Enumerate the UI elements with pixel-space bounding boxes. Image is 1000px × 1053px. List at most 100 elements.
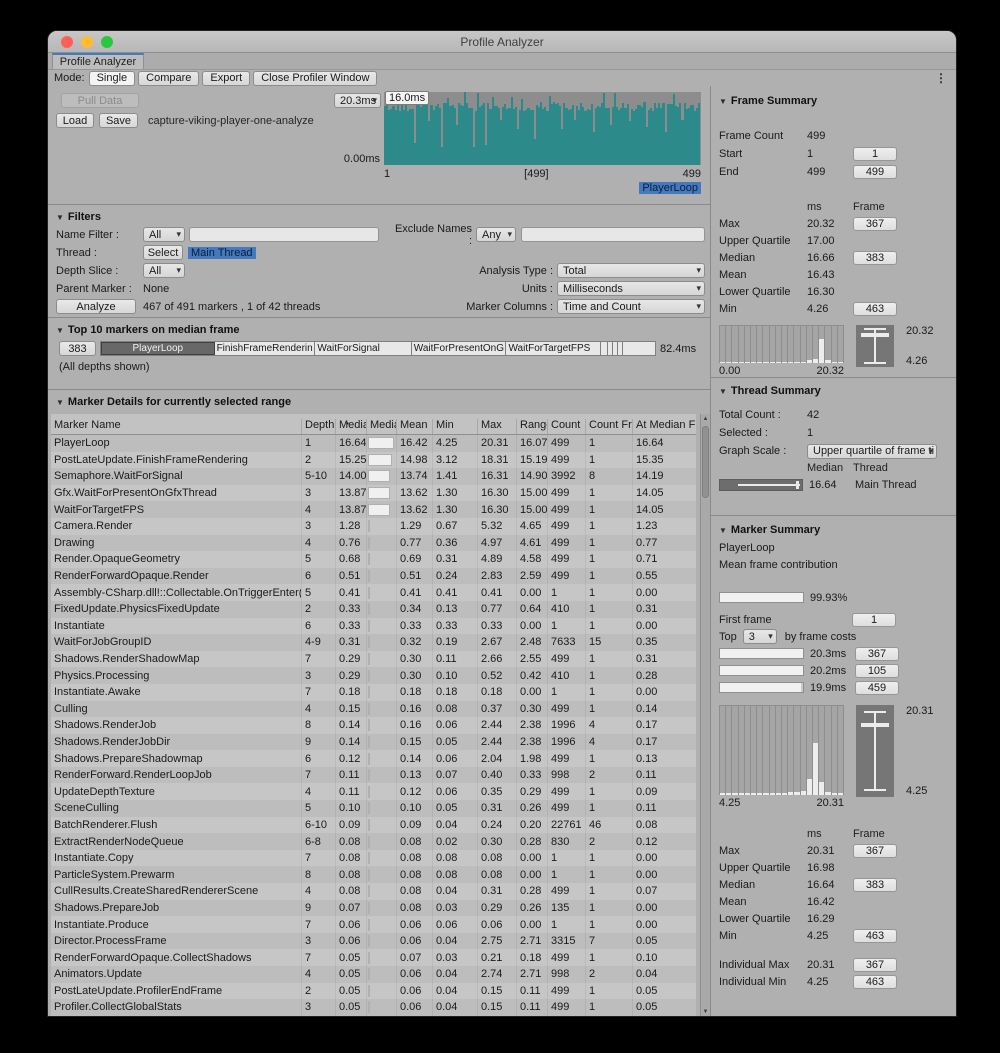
frame-jump-button[interactable]: 383: [853, 251, 897, 265]
marker-row[interactable]: Shadows.PrepareShadowmap60.120.140.062.0…: [51, 750, 696, 767]
graph-scale-dropdown[interactable]: Upper quartile of frame ti: [807, 444, 937, 459]
top10-segment[interactable]: WaitForPresentOnG: [412, 342, 507, 355]
frame-jump-button[interactable]: 1: [853, 147, 897, 161]
marker-row[interactable]: BatchRenderer.Flush6-100.090.090.040.240…: [51, 817, 696, 834]
save-button[interactable]: Save: [99, 113, 138, 128]
frame-jump-button[interactable]: 463: [853, 929, 897, 943]
column-header[interactable]: At Median F: [632, 419, 696, 434]
column-header[interactable]: Count: [547, 419, 585, 434]
export-button[interactable]: Export: [202, 71, 250, 86]
frame-jump-button[interactable]: 367: [853, 844, 897, 858]
marker-row[interactable]: Shadows.RenderShadowMap70.290.300.112.66…: [51, 651, 696, 668]
marker-row[interactable]: Drawing40.760.770.364.974.6149910.77: [51, 535, 696, 552]
thread-row-main[interactable]: 16.64 Main Thread: [719, 476, 948, 494]
minimize-window-button[interactable]: [81, 36, 93, 48]
zoom-window-button[interactable]: [101, 36, 113, 48]
marker-row[interactable]: FixedUpdate.PhysicsFixedUpdate20.330.340…: [51, 601, 696, 618]
column-header[interactable]: Marker Name: [51, 419, 301, 434]
close-profiler-window-button[interactable]: Close Profiler Window: [253, 71, 377, 86]
name-filter-input[interactable]: [189, 227, 379, 242]
marker-row[interactable]: PostLateUpdate.FinishFrameRendering215.2…: [51, 452, 696, 469]
frame-time-chart[interactable]: [384, 92, 701, 165]
marker-row[interactable]: RenderForward.RenderLoopJob70.110.130.07…: [51, 767, 696, 784]
frame-jump-button[interactable]: 367: [853, 217, 897, 231]
frame-jump-button[interactable]: 463: [853, 302, 897, 316]
titlebar[interactable]: Profile Analyzer: [48, 31, 956, 53]
depth-slice-dropdown[interactable]: All: [143, 263, 185, 278]
column-header[interactable]: Range: [516, 419, 547, 434]
frame-jump-button[interactable]: 383: [853, 878, 897, 892]
marker-row[interactable]: WaitForTargetFPS413.8713.621.3016.3015.0…: [51, 501, 696, 518]
frame-jump-button[interactable]: 499: [853, 165, 897, 179]
marker-row[interactable]: Instantiate.Copy70.080.080.080.080.00110…: [51, 850, 696, 867]
median-frame-button[interactable]: 383: [59, 341, 96, 356]
column-header[interactable]: Mean: [396, 419, 432, 434]
top10-segment[interactable]: [601, 342, 608, 355]
column-header[interactable]: Max: [477, 419, 516, 434]
marker-row[interactable]: CullResults.CreateSharedRendererScene40.…: [51, 883, 696, 900]
filters-header[interactable]: ▼Filters: [56, 209, 705, 225]
frame-summary-header[interactable]: ▼Frame Summary: [719, 93, 948, 109]
top10-segment[interactable]: FinishFrameRenderin: [215, 342, 316, 355]
mode-single-button[interactable]: Single: [89, 71, 136, 86]
frame-jump-button[interactable]: 1: [852, 613, 896, 627]
top10-segment[interactable]: WaitForSignal: [315, 342, 411, 355]
frame-jump-button[interactable]: 463: [853, 975, 897, 989]
marker-details-header[interactable]: ▼Marker Details for currently selected r…: [56, 394, 710, 410]
marker-row[interactable]: ParticleSystem.Prewarm80.080.080.080.080…: [51, 866, 696, 883]
top10-header[interactable]: ▼Top 10 markers on median frame: [56, 322, 705, 338]
marker-row[interactable]: SceneCulling50.100.100.050.310.2649910.1…: [51, 800, 696, 817]
marker-row[interactable]: PlayerLoop116.6416.424.2520.3116.0749911…: [51, 435, 696, 452]
pull-data-button[interactable]: Pull Data: [61, 93, 139, 108]
marker-row[interactable]: RenderForwardOpaque.CollectShadows70.050…: [51, 949, 696, 966]
marker-row[interactable]: Animators.Update40.050.060.042.742.71998…: [51, 966, 696, 983]
marker-columns-dropdown[interactable]: Time and Count: [557, 299, 705, 314]
top10-segment[interactable]: [623, 342, 655, 355]
marker-row[interactable]: Physics.Processing30.290.300.100.520.424…: [51, 667, 696, 684]
column-header[interactable]: Count Fra: [585, 419, 632, 434]
marker-row[interactable]: RenderForwardOpaque.Render60.510.510.242…: [51, 568, 696, 585]
thread-select-button[interactable]: Select: [143, 245, 183, 260]
marker-row[interactable]: Shadows.RenderJobDir90.140.150.052.442.3…: [51, 734, 696, 751]
exclude-names-input[interactable]: [521, 227, 705, 242]
close-window-button[interactable]: [61, 36, 73, 48]
kebab-menu-icon[interactable]: ⋮: [935, 71, 947, 85]
marker-row[interactable]: ExtractRenderNodeQueue6-80.080.080.020.3…: [51, 833, 696, 850]
load-button[interactable]: Load: [56, 113, 94, 128]
table-scrollbar[interactable]: ▲ ▼: [700, 414, 710, 1017]
frame-jump-button[interactable]: 459: [855, 681, 899, 695]
marker-row[interactable]: Semaphore.WaitForSignal5-1014.0013.741.4…: [51, 468, 696, 485]
thread-summary-header[interactable]: ▼Thread Summary: [719, 383, 948, 399]
marker-summary-header[interactable]: ▼Marker Summary: [719, 522, 948, 538]
analyze-button[interactable]: Analyze: [56, 299, 136, 314]
scroll-up-icon[interactable]: ▲: [701, 416, 710, 422]
marker-row[interactable]: Camera.Render31.281.290.675.324.6549911.…: [51, 518, 696, 535]
frame-jump-button[interactable]: 105: [855, 664, 899, 678]
frame-jump-button[interactable]: 367: [853, 958, 897, 972]
marker-row[interactable]: Shadows.PrepareJob90.070.080.030.290.261…: [51, 900, 696, 917]
marker-row[interactable]: UpdateDepthTexture40.110.120.060.350.294…: [51, 783, 696, 800]
marker-row[interactable]: Render.OpaqueGeometry50.680.690.314.894.…: [51, 551, 696, 568]
range-scale-dropdown[interactable]: 20.3ms: [334, 93, 381, 108]
scrollbar-thumb[interactable]: [702, 426, 709, 498]
marker-row[interactable]: Gfx.WaitForPresentOnGfxThread313.8713.62…: [51, 485, 696, 502]
frame-jump-button[interactable]: 367: [855, 647, 899, 661]
marker-row[interactable]: Instantiate60.330.330.330.330.00110.00: [51, 618, 696, 635]
units-dropdown[interactable]: Milliseconds: [557, 281, 705, 296]
column-header[interactable]: Min: [432, 419, 477, 434]
exclude-mode-dropdown[interactable]: Any: [476, 227, 516, 242]
marker-row[interactable]: Director.ProcessFrame30.060.060.042.752.…: [51, 933, 696, 950]
marker-row[interactable]: Shadows.RenderJob80.140.160.062.442.3819…: [51, 717, 696, 734]
top10-segment[interactable]: WaitForTargetFPS: [506, 342, 601, 355]
top10-segment[interactable]: PlayerLoop: [101, 342, 215, 355]
top-count-dropdown[interactable]: 3: [743, 629, 777, 644]
marker-row[interactable]: Instantiate.Produce70.060.060.060.060.00…: [51, 916, 696, 933]
column-header[interactable]: Media: [366, 419, 396, 434]
analysis-type-dropdown[interactable]: Total: [557, 263, 705, 278]
marker-row[interactable]: PostLateUpdate.ProfilerEndFrame20.050.06…: [51, 983, 696, 1000]
marker-row[interactable]: WaitForJobGroupID4-90.310.320.192.672.48…: [51, 634, 696, 651]
mode-compare-button[interactable]: Compare: [138, 71, 199, 86]
marker-row[interactable]: Assembly-CSharp.dll!::Collectable.OnTrig…: [51, 584, 696, 601]
tab-profile-analyzer[interactable]: Profile Analyzer: [52, 53, 144, 69]
marker-row[interactable]: Instantiate.Awake70.180.180.180.180.0011…: [51, 684, 696, 701]
